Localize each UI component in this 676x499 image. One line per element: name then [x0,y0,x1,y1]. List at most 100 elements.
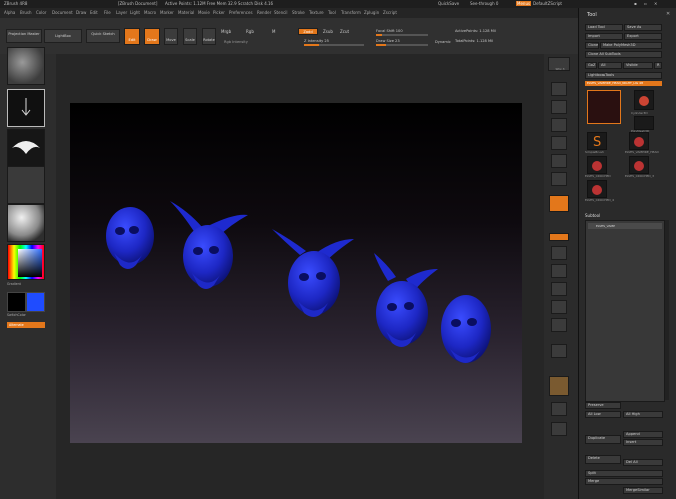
menu-zplugin[interactable]: Zplugin [364,10,379,15]
menu-document[interactable]: Document [52,10,73,15]
menu-edit[interactable]: Edit [90,10,98,15]
menu-movie[interactable]: Movie [198,10,210,15]
menu-light[interactable]: Light [130,10,140,15]
menu-transform[interactable]: Transform [341,10,361,15]
z-intensity-track[interactable] [304,44,364,46]
alpha-icon[interactable] [7,129,45,167]
visible-button[interactable]: Visible [623,62,653,69]
simplebrush-tool-thumbnail[interactable]: S [587,132,607,150]
make-polymesh-button[interactable]: Make PolyMesh3D [600,42,662,49]
draw-size-track[interactable] [376,44,428,46]
projection-master-button[interactable]: Projection Master [6,29,42,43]
append-button[interactable]: Append [623,431,663,438]
menu-color[interactable]: Color [36,10,46,15]
rgb-button[interactable]: Rgb [246,29,254,34]
split-button[interactable]: Split [585,470,663,477]
alternate-button[interactable]: Alternate [7,322,45,328]
aahalf-button[interactable] [551,136,567,150]
delete-button[interactable]: Delete [585,455,621,464]
croched-tool-thumbnail[interactable] [587,156,607,174]
menu-picker[interactable]: Picker [213,10,225,15]
quicksave-button[interactable]: QuickSave [438,1,459,6]
frame-button[interactable] [551,246,567,260]
menu-brush[interactable]: Brush [20,10,32,15]
ghost-button[interactable] [549,376,569,396]
menu-layer[interactable]: Layer [116,10,127,15]
all-high-button[interactable]: All High [623,411,663,418]
subtool-scrollbar[interactable] [665,220,669,400]
default-zscript-button[interactable]: DefaultZScript [533,1,562,6]
all-low-button[interactable]: All Low [585,411,621,418]
del-all-button[interactable]: Del All [623,459,663,466]
save-as-button[interactable]: Save As [624,24,662,31]
load-tool-button[interactable]: Load Tool [585,24,623,31]
see-through-slider[interactable]: See-through 0 [470,1,498,6]
menu-macro[interactable]: Macro [144,10,156,15]
zcut-button[interactable]: Zcut [340,29,349,34]
menu-preferences[interactable]: Preferences [229,10,253,15]
scale-view-button[interactable] [551,282,567,296]
polyf-button[interactable] [551,318,567,332]
current-tool-thumbnail[interactable] [587,90,621,124]
merge-similar-button[interactable]: MergeSimilar [623,487,663,494]
transp-button[interactable] [551,344,567,358]
menu-render[interactable]: Render [257,10,271,15]
edit-button[interactable]: Edit [124,28,140,45]
rgb-intensity-slider[interactable]: Rgb Intensity [224,40,248,44]
goz-button[interactable]: GoZ [585,62,597,69]
solo-button[interactable] [551,402,567,416]
rotate-button[interactable]: Rotate [202,28,216,45]
quick-sketch-button[interactable]: Quick Sketch [86,29,120,43]
scale-button[interactable]: Scale [183,28,197,45]
actual-button[interactable] [551,118,567,132]
subtool-item[interactable]: ELVES_VAMP [588,223,662,229]
menu-texture[interactable]: Texture [309,10,324,15]
vampire-head-tool-thumbnail[interactable] [629,132,649,150]
move-button[interactable]: Move [164,28,178,45]
zoom-button[interactable] [551,100,567,114]
subtool-header[interactable]: Subtool [585,213,600,218]
menu-material[interactable]: Material [178,10,194,15]
document-viewport[interactable] [70,103,522,443]
croched-3-tool-thumbnail[interactable] [629,156,649,174]
insert-button[interactable]: Insert [623,439,663,446]
zadd-button[interactable]: Zadd [298,28,318,35]
menus-button[interactable]: Menus [516,1,532,6]
brush-icon[interactable] [7,47,45,85]
preserve-pt-button[interactable]: Preserve [585,402,621,409]
menu-tool[interactable]: Tool [328,10,336,15]
switch-color-button[interactable]: SwitchColor [7,313,26,317]
gradient-label[interactable]: Gradient [7,282,21,286]
clone-button[interactable]: Clone [585,42,599,49]
texture-icon[interactable] [7,166,45,204]
merge-button[interactable]: Merge [585,478,663,485]
menu-file[interactable]: File [104,10,111,15]
lightbox-button[interactable]: LightBox [44,29,82,43]
menu-stroke[interactable]: Stroke [292,10,305,15]
xpose-button[interactable] [551,422,567,436]
rotate-view-button[interactable] [551,300,567,314]
floor-button[interactable] [551,172,567,186]
menu-alpha[interactable]: Alpha [4,10,15,15]
lightbox-tools-button[interactable]: Lightbox▸Tools [585,72,662,79]
polymesh-tool-thumbnail[interactable] [634,116,654,130]
stroke-icon[interactable] [7,89,45,127]
dynamic-button[interactable]: Dynamic [435,40,451,44]
persp-button[interactable] [551,154,567,168]
menu-draw[interactable]: Draw [76,10,86,15]
z-intensity-slider[interactable]: Z Intensity 25 [304,39,329,43]
main-color-swatch[interactable] [26,292,45,312]
menu-stencil[interactable]: Stencil [274,10,288,15]
material-icon[interactable] [7,204,45,242]
croched-4-tool-thumbnail[interactable] [587,180,607,198]
secondary-color-swatch[interactable] [7,292,26,312]
draw-size-slider[interactable]: Draw Size 23 [376,39,400,43]
scroll-button[interactable] [551,82,567,96]
clone-all-subtools-button[interactable]: Clone All SubTools [585,51,662,58]
focal-shift-slider[interactable]: Focal Shift 100 [376,29,403,33]
local-button[interactable] [549,195,569,212]
move-view-button[interactable] [551,264,567,278]
draw-button[interactable]: Draw [144,28,160,45]
focal-shift-track[interactable] [376,34,428,36]
color-picker[interactable] [7,244,45,280]
